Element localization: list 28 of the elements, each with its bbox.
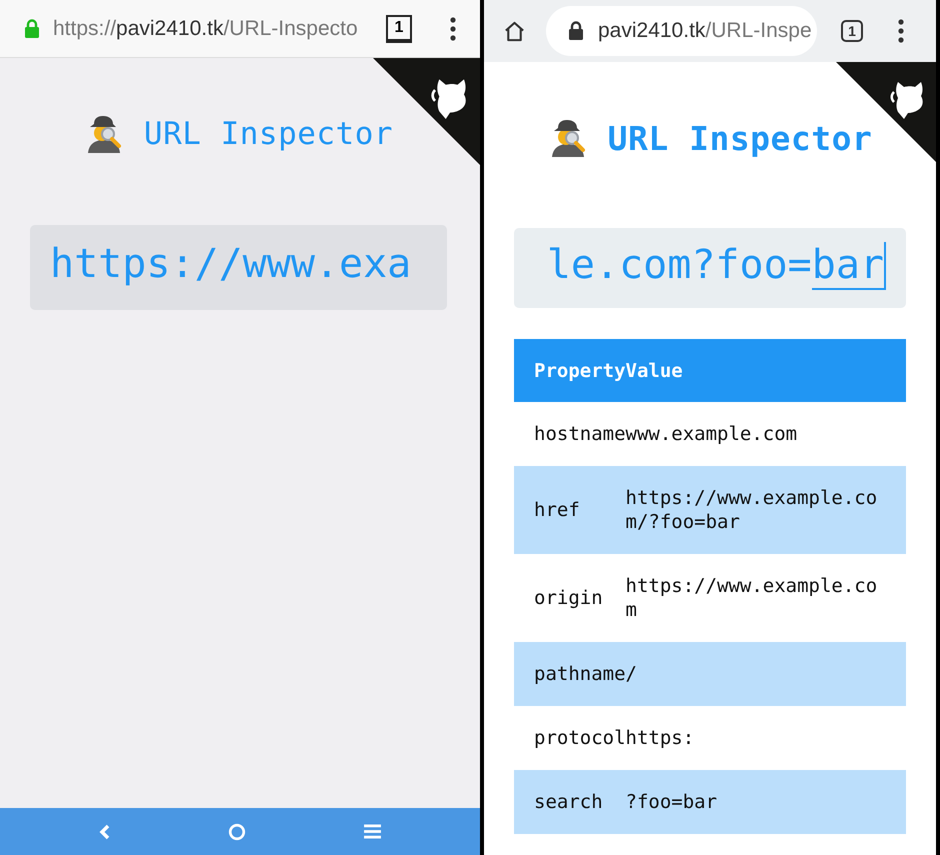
table-cell: https:: [626, 706, 906, 770]
table-cell: www.example.com: [626, 402, 906, 466]
table-cell: /: [626, 642, 906, 706]
table-cell: origin: [514, 554, 626, 642]
table-cell: protocol: [514, 706, 626, 770]
menu-icon[interactable]: [898, 19, 904, 43]
table-cell: ?foo=bar: [626, 770, 906, 834]
address-bar[interactable]: https://pavi2410.tk/URL-Inspecto 1: [0, 0, 480, 58]
app-title: URL Inspector: [144, 116, 394, 152]
url-text[interactable]: pavi2410.tk/URL-Inspe: [598, 19, 812, 43]
address-bar[interactable]: pavi2410.tk/URL-Inspe: [546, 6, 817, 56]
table-cell: search: [514, 770, 626, 834]
tab-count[interactable]: 1: [386, 14, 412, 42]
table-cell: https://www.example.com/?foo=bar: [626, 466, 906, 554]
cat-icon[interactable]: [890, 82, 923, 119]
column-header: Value: [626, 339, 906, 402]
menu-icon[interactable]: [450, 16, 456, 40]
tab-count[interactable]: 1: [841, 20, 863, 42]
table-cell: hostname: [514, 402, 626, 466]
table-cell: pathname: [514, 642, 626, 706]
back-icon[interactable]: [98, 824, 111, 840]
table-cell: href: [514, 466, 626, 554]
app-title: URL Inspector: [608, 118, 872, 158]
column-header: Property: [514, 339, 626, 402]
cat-icon[interactable]: [431, 79, 466, 119]
home-icon[interactable]: [503, 20, 526, 42]
url-text[interactable]: https://pavi2410.tk/URL-Inspecto: [53, 16, 373, 40]
table-cell: https://www.example.com: [626, 554, 906, 642]
